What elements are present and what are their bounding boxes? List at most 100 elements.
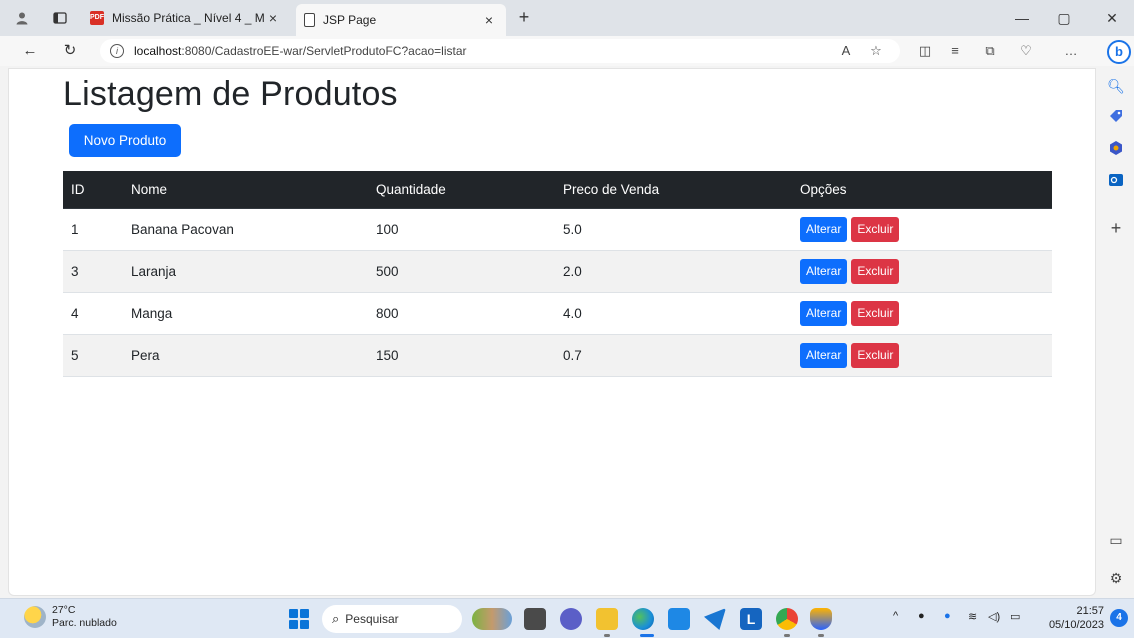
cell-preco: 5.0 [555, 208, 792, 251]
page-viewport: Listagem de Produtos Novo Produto ID Nom… [8, 68, 1096, 596]
sidebar-toggle-icon[interactable]: ▭ [1106, 530, 1126, 550]
cell-preco: 2.0 [555, 250, 792, 293]
tab-title: Missão Prática _ Nível 4 _ Mundo [112, 11, 264, 25]
add-icon[interactable]: + [1106, 218, 1126, 238]
temperature: 27°C [52, 604, 76, 616]
app-l-icon[interactable]: L [740, 608, 762, 630]
more-options-icon[interactable]: … [1061, 42, 1081, 62]
url-text: localhost:8080/CadastroEE-war/ServletPro… [134, 44, 467, 58]
chevron-up-icon[interactable]: ^ [893, 610, 898, 622]
new-tab-icon[interactable]: + [512, 6, 536, 30]
outlook-icon[interactable] [1106, 172, 1126, 192]
window-close-icon[interactable]: ✕ [1092, 6, 1132, 30]
battery-icon[interactable]: ▭ [1010, 610, 1020, 623]
teams-chat-icon[interactable] [560, 608, 582, 630]
close-icon[interactable]: × [480, 12, 498, 28]
alter-button[interactable]: Alterar [800, 342, 848, 368]
cell-opcoes: Alterar Excluir [792, 250, 1052, 293]
refresh-icon[interactable]: ↻ [58, 40, 82, 62]
notification-badge[interactable]: 4 [1110, 609, 1128, 627]
table-row: 3 Laranja 500 2.0 Alterar Excluir [63, 250, 1052, 293]
delete-button[interactable]: Excluir [851, 342, 900, 368]
clock-date: 05/10/2023 [1048, 619, 1104, 631]
search-icon[interactable]: 🔍︎ [1106, 76, 1126, 96]
system-clock[interactable]: 21:57 05/10/2023 [1044, 604, 1104, 632]
address-bar: ← ↻ i localhost:8080/CadastroEE-war/Serv… [0, 36, 1134, 66]
edge-browser-icon[interactable] [632, 608, 654, 630]
weather-widget[interactable]: 27°C Parc. nublado [24, 604, 117, 630]
collections-icon[interactable]: ⧉ [980, 42, 1000, 62]
products-table: ID Nome Quantidade Preco de Venda Opções… [63, 171, 1052, 377]
tab-strip: PDF Missão Prática _ Nível 4 _ Mundo × J… [0, 0, 1134, 36]
minimize-icon[interactable]: — [1002, 6, 1042, 30]
cell-quantidade: 500 [368, 250, 555, 293]
cell-preco: 0.7 [555, 334, 792, 377]
alter-button[interactable]: Alterar [800, 300, 848, 326]
extensions-icon[interactable]: ♡ [1016, 42, 1036, 62]
restore-icon[interactable]: ▢ [1044, 6, 1084, 30]
search-placeholder: Pesquisar [345, 612, 399, 626]
page-title: Listagem de Produtos [63, 75, 398, 113]
profile-icon[interactable] [12, 8, 32, 28]
chrome-icon[interactable] [776, 608, 798, 630]
cell-quantidade: 100 [368, 208, 555, 251]
cell-opcoes: Alterar Excluir [792, 292, 1052, 335]
favorites-list-icon[interactable]: ≡ [945, 42, 965, 62]
running-indicator [604, 634, 610, 637]
settings-gear-icon[interactable]: ⚙ [1106, 568, 1126, 588]
taskbar-search[interactable]: ⌕ Pesquisar [322, 605, 462, 633]
close-icon[interactable]: × [264, 10, 282, 26]
url-field[interactable]: i localhost:8080/CadastroEE-war/ServletP… [100, 39, 900, 63]
favorite-star-icon[interactable]: ☆ [866, 42, 886, 62]
windows-start-icon[interactable] [289, 609, 309, 629]
site-info-icon[interactable]: i [110, 44, 124, 58]
store-icon[interactable] [668, 608, 690, 630]
running-indicator [784, 634, 790, 637]
task-view-icon[interactable] [524, 608, 546, 630]
file-explorer-icon[interactable] [596, 608, 618, 630]
tray-cloud-icon[interactable]: ● [944, 610, 951, 622]
alter-button[interactable]: Alterar [800, 258, 848, 284]
back-icon[interactable]: ← [18, 40, 42, 62]
shield-app-icon[interactable] [810, 608, 832, 630]
cell-nome: Banana Pacovan [123, 208, 368, 251]
delete-button[interactable]: Excluir [851, 258, 900, 284]
running-indicator [818, 634, 824, 637]
cell-id: 4 [63, 292, 123, 335]
tray-app-icon[interactable]: ● [918, 610, 925, 622]
cell-id: 1 [63, 208, 123, 251]
delete-button[interactable]: Excluir [851, 216, 900, 242]
cell-preco: 4.0 [555, 292, 792, 335]
cell-quantidade: 800 [368, 292, 555, 335]
new-product-button[interactable]: Novo Produto [69, 124, 181, 157]
bing-copilot-icon[interactable]: b [1107, 40, 1131, 64]
tab-title: JSP Page [323, 13, 377, 27]
cell-nome: Pera [123, 334, 368, 377]
alter-button[interactable]: Alterar [800, 216, 848, 242]
column-header-nome: Nome [123, 171, 368, 209]
tab-jsp-page[interactable]: JSP Page × [296, 4, 506, 36]
column-header-id: ID [63, 171, 123, 209]
cell-opcoes: Alterar Excluir [792, 208, 1052, 251]
tab-actions-icon[interactable] [50, 8, 70, 28]
volume-icon[interactable]: ◁) [988, 610, 1000, 623]
pdf-icon: PDF [90, 11, 104, 25]
read-aloud-icon[interactable]: A [836, 42, 856, 62]
mail-icon[interactable] [704, 608, 726, 630]
shopping-tag-icon[interactable] [1106, 108, 1126, 128]
tools-icon[interactable] [1106, 140, 1126, 160]
column-header-quantidade: Quantidade [368, 171, 555, 209]
split-screen-icon[interactable]: ◫ [915, 42, 935, 62]
cell-opcoes: Alterar Excluir [792, 334, 1052, 377]
widgets-news-icon[interactable] [472, 608, 512, 630]
weather-icon [24, 606, 46, 628]
table-row: 1 Banana Pacovan 100 5.0 Alterar Excluir [63, 208, 1052, 251]
column-header-preco: Preco de Venda [555, 171, 792, 209]
cell-nome: Laranja [123, 250, 368, 293]
table-header-row: ID Nome Quantidade Preco de Venda Opções [63, 171, 1052, 209]
page-icon [304, 13, 315, 27]
wifi-icon[interactable]: ≋ [968, 610, 977, 623]
delete-button[interactable]: Excluir [851, 300, 900, 326]
tab-missao-pratica[interactable]: PDF Missão Prática _ Nível 4 _ Mundo × [82, 4, 290, 32]
column-header-opcoes: Opções [792, 171, 1052, 209]
